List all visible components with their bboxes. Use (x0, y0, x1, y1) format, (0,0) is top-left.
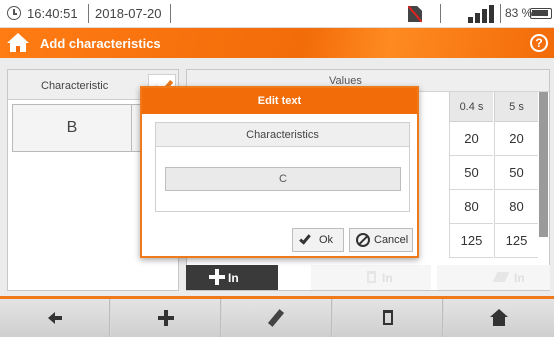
add-in-button[interactable]: In (186, 265, 278, 290)
add-icon (158, 310, 174, 326)
bottom-toolbar (0, 299, 554, 337)
trash-icon (383, 310, 393, 325)
battery-level: 83 % (505, 6, 533, 20)
delete-in-label: In (382, 271, 393, 285)
clear-in-button[interactable]: In (437, 265, 550, 290)
ok-label: Ok (319, 234, 334, 246)
signal-strength-icon (468, 5, 496, 23)
table-cell[interactable]: 50 (494, 156, 538, 190)
clock-time: 16:40:51 (27, 6, 78, 21)
add-in-label: In (228, 271, 239, 285)
divider (88, 4, 89, 23)
characteristic-header-label: Characteristic (41, 80, 109, 92)
ok-button[interactable]: Ok (292, 228, 344, 252)
clock-date: 2018-07-20 (95, 6, 162, 21)
table-cell[interactable]: 20 (494, 122, 538, 156)
clock-icon (7, 6, 21, 20)
eraser-icon (492, 272, 510, 282)
column-header: 0.4 s (449, 92, 493, 122)
check-icon (299, 232, 311, 245)
pencil-icon (267, 309, 285, 327)
title-bar: Add characteristics ? (0, 28, 554, 58)
cancel-icon (356, 233, 370, 247)
battery-icon (530, 8, 552, 19)
column-header: 5 s (494, 92, 538, 122)
help-icon[interactable]: ? (530, 34, 548, 52)
home-button[interactable] (444, 299, 554, 337)
home-icon (490, 309, 508, 327)
add-button[interactable] (111, 299, 221, 337)
cancel-label: Cancel (374, 234, 409, 246)
trash-icon (367, 271, 376, 283)
dialog-field-label: Characteristics (156, 123, 409, 147)
table-cell[interactable]: 80 (494, 190, 538, 224)
dialog-field-group: Characteristics C (155, 122, 410, 212)
table-cell[interactable]: 20 (449, 122, 493, 156)
page-title: Add characteristics (40, 36, 161, 51)
sim-off-icon (408, 6, 422, 22)
edit-button[interactable] (222, 299, 332, 337)
dialog-title: Edit text (142, 88, 417, 114)
list-item[interactable]: B (12, 104, 132, 152)
edit-text-dialog: Edit text Characteristics C Ok Cancel (140, 86, 419, 258)
clear-in-label: In (514, 271, 525, 285)
scrollbar[interactable] (539, 92, 548, 237)
plus-icon (209, 269, 225, 285)
home-icon[interactable] (7, 33, 29, 53)
delete-button[interactable] (333, 299, 443, 337)
table-cell[interactable]: 50 (449, 156, 493, 190)
back-button[interactable] (0, 299, 110, 337)
table-cell[interactable]: 80 (449, 190, 493, 224)
characteristic-name-input[interactable]: C (165, 167, 401, 191)
table-cell[interactable]: 125 (449, 224, 493, 258)
status-bar: 16:40:51 2018-07-20 83 % (0, 0, 554, 28)
divider (170, 4, 171, 23)
divider (440, 4, 441, 23)
back-icon (48, 312, 62, 324)
table-cell[interactable]: 125 (494, 224, 538, 258)
delete-in-button[interactable]: In (311, 265, 431, 290)
divider (500, 4, 501, 23)
cancel-button[interactable]: Cancel (349, 228, 413, 252)
